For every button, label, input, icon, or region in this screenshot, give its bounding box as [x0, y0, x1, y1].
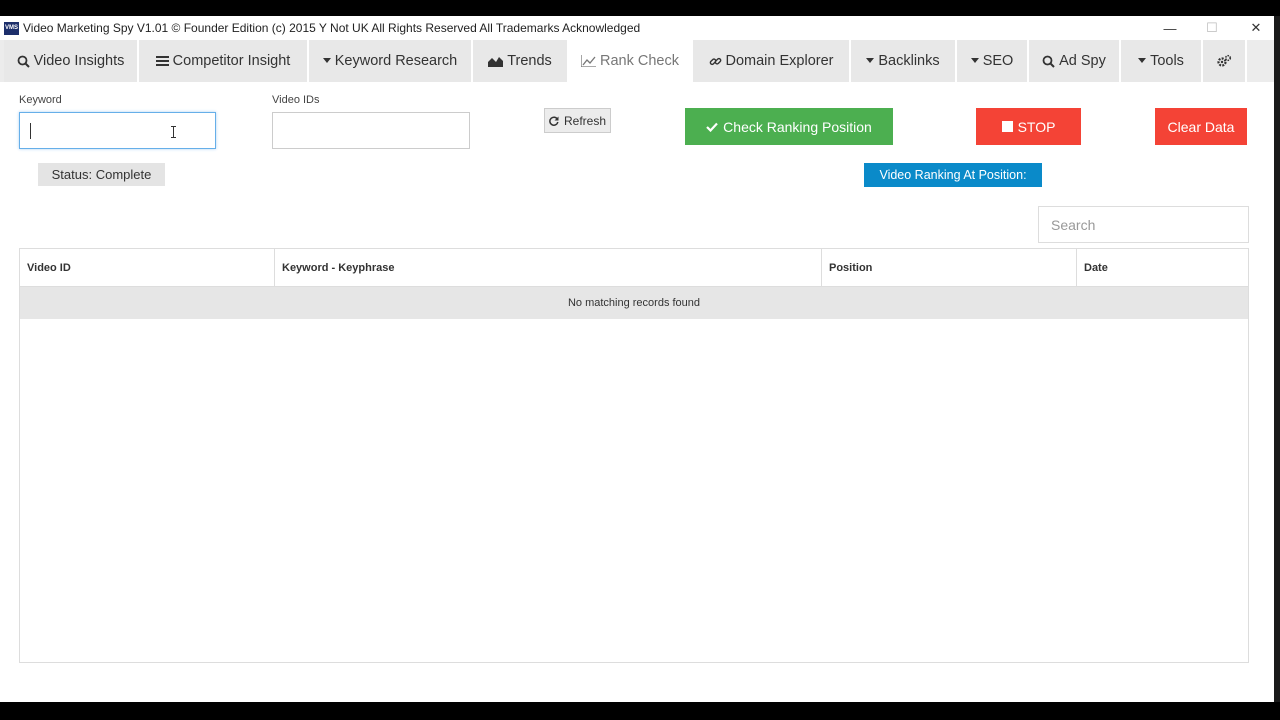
- check-icon: [706, 122, 718, 132]
- ibeam-cursor-icon: [171, 126, 176, 138]
- table-search-input[interactable]: Search: [1038, 206, 1249, 243]
- window-title: Video Marketing Spy V1.01 © Founder Edit…: [23, 21, 641, 35]
- tab-label: Backlinks: [878, 53, 940, 69]
- caret-down-icon: [1138, 58, 1147, 63]
- video-ids-label: Video IDs: [272, 94, 320, 106]
- search-icon: [17, 55, 30, 68]
- screen-top-border: [0, 0, 1280, 16]
- window-edge: [1274, 16, 1280, 702]
- text-caret: [30, 122, 31, 139]
- minimize-button[interactable]: —: [1148, 16, 1192, 40]
- ranking-position-badge: Video Ranking At Position:: [864, 163, 1042, 187]
- area-chart-icon: [488, 57, 504, 67]
- table-header: Video ID Keyword - Keyphrase Position Da…: [20, 249, 1248, 287]
- caret-down-icon: [970, 58, 979, 63]
- tab-label: Domain Explorer: [725, 53, 834, 69]
- search-icon: [1042, 55, 1055, 68]
- list-icon: [155, 56, 169, 66]
- tab-keyword-research[interactable]: Keyword Research: [309, 40, 473, 82]
- tab-label: Ad Spy: [1059, 53, 1106, 69]
- cogs-icon: [1217, 54, 1232, 67]
- tab-seo[interactable]: SEO: [957, 40, 1029, 82]
- column-header-keyword[interactable]: Keyword - Keyphrase: [275, 249, 822, 286]
- empty-table-message: No matching records found: [20, 287, 1248, 319]
- tab-label: Trends: [507, 53, 552, 69]
- tab-backlinks[interactable]: Backlinks: [851, 40, 957, 82]
- tab-ad-spy[interactable]: Ad Spy: [1029, 40, 1121, 82]
- caret-down-icon: [322, 58, 331, 63]
- tab-trends[interactable]: Trends: [473, 40, 569, 82]
- line-chart-icon: [581, 55, 596, 67]
- stop-button[interactable]: STOP: [976, 108, 1081, 145]
- close-button[interactable]: ✕: [1234, 16, 1278, 40]
- tab-video-insights[interactable]: Video Insights: [4, 40, 139, 82]
- keyword-label: Keyword: [19, 94, 62, 106]
- column-header-position[interactable]: Position: [822, 249, 1077, 286]
- tab-label: SEO: [982, 53, 1014, 69]
- tab-domain-explorer[interactable]: Domain Explorer: [693, 40, 851, 82]
- title-bar: VMS Video Marketing Spy V1.01 © Founder …: [0, 16, 1274, 40]
- stop-icon: [1001, 121, 1013, 132]
- clear-data-button[interactable]: Clear Data: [1155, 108, 1247, 145]
- refresh-icon: [549, 115, 559, 126]
- main-tabs: Video Insights Competitor Insight Keywor…: [0, 40, 1274, 82]
- status-badge: Status: Complete: [38, 163, 165, 186]
- column-header-video-id[interactable]: Video ID: [20, 249, 275, 286]
- tab-label: Competitor Insight: [172, 53, 291, 69]
- tab-label: Video Insights: [33, 53, 125, 69]
- refresh-button[interactable]: Refresh: [544, 108, 611, 133]
- results-table: Video ID Keyword - Keyphrase Position Da…: [19, 248, 1249, 663]
- tab-label: Rank Check: [600, 53, 679, 69]
- tab-rank-check[interactable]: Rank Check: [569, 40, 693, 82]
- maximize-button[interactable]: ☐: [1190, 16, 1234, 40]
- link-icon: [709, 57, 721, 65]
- video-ids-input[interactable]: [272, 112, 470, 149]
- keyword-input[interactable]: [19, 112, 216, 149]
- caret-down-icon: [866, 58, 875, 63]
- refresh-label: Refresh: [563, 113, 607, 128]
- tab-label: Keyword Research: [334, 53, 458, 69]
- tab-tools[interactable]: Tools: [1121, 40, 1203, 82]
- column-header-date[interactable]: Date: [1077, 249, 1248, 286]
- tab-settings[interactable]: [1203, 40, 1247, 82]
- check-ranking-label: Check Ranking Position: [723, 118, 872, 135]
- screen-bottom-border: [0, 702, 1280, 720]
- stop-label: STOP: [1017, 118, 1056, 135]
- tab-competitor-insight[interactable]: Competitor Insight: [139, 40, 309, 82]
- app-logo-icon: VMS: [4, 21, 19, 35]
- check-ranking-button[interactable]: Check Ranking Position: [685, 108, 893, 145]
- tab-label: Tools: [1150, 53, 1184, 69]
